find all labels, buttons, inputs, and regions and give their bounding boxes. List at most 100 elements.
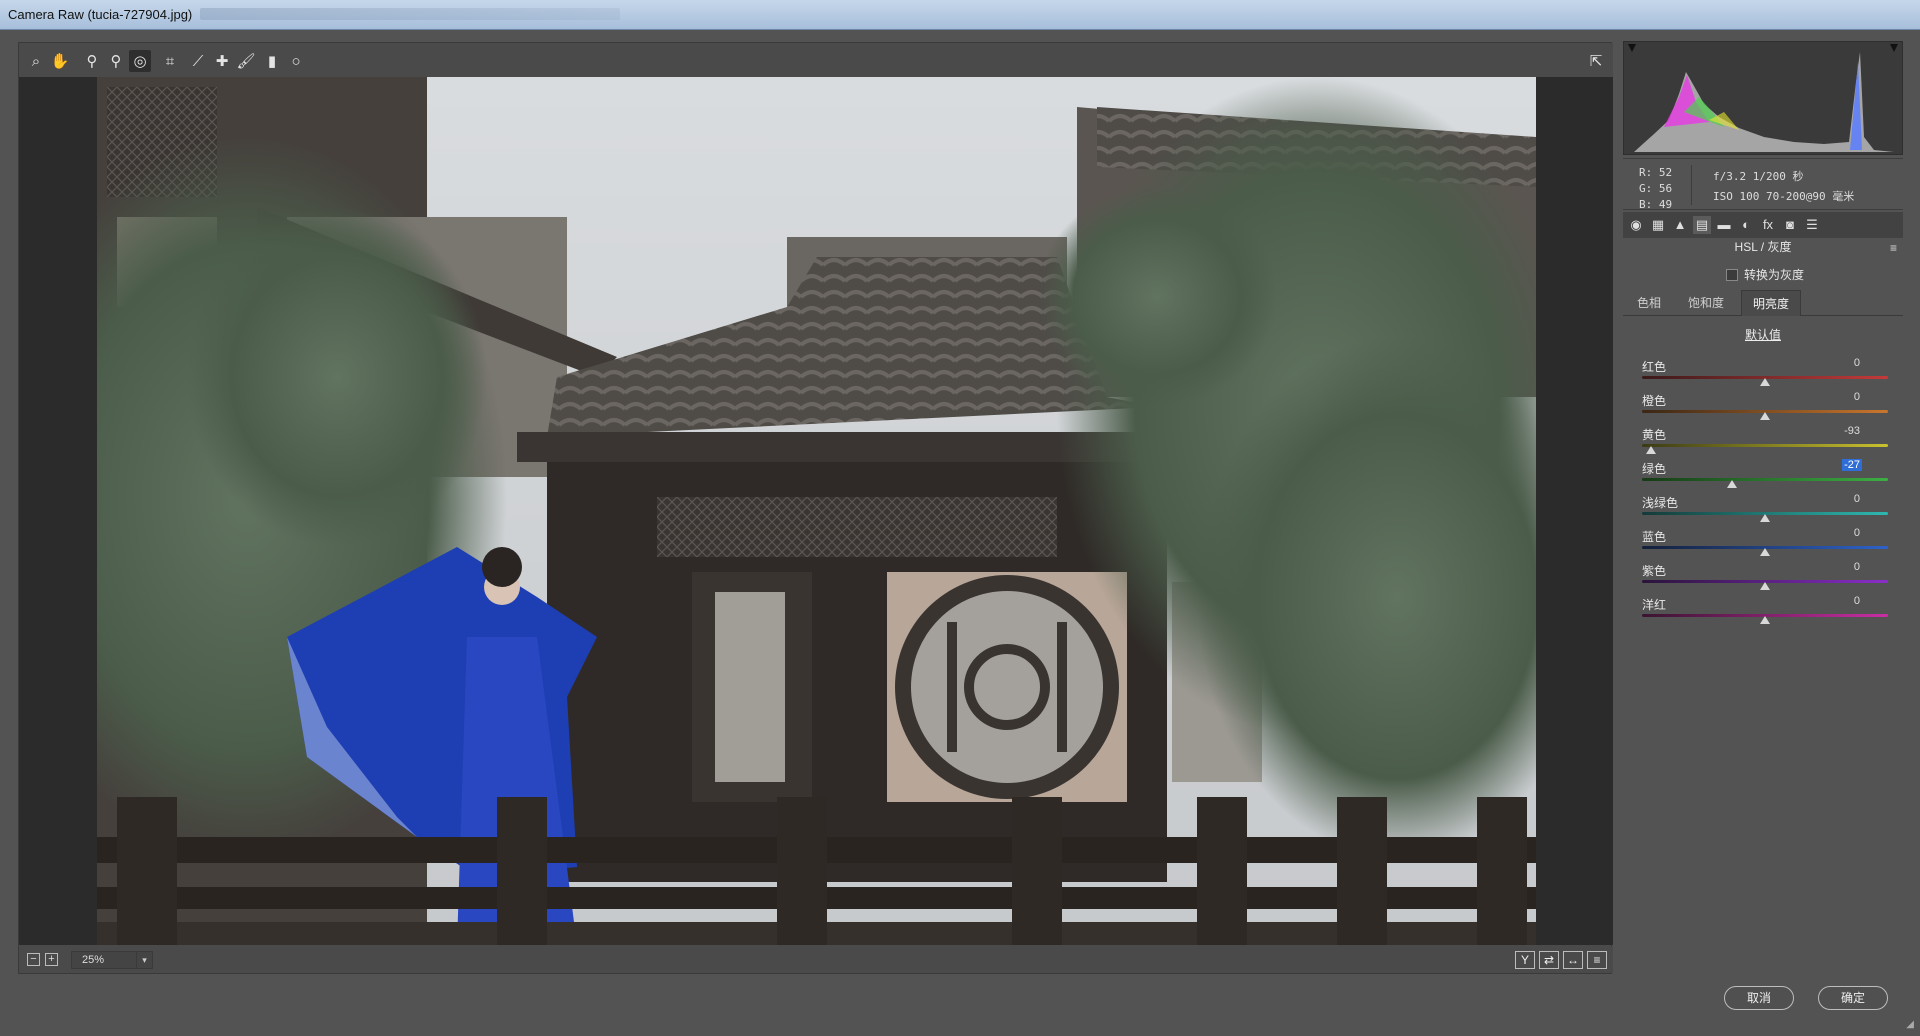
convert-to-grayscale-checkbox[interactable]: 转换为灰度 [1726, 266, 1804, 283]
panel-tab-bar: ◉ ▦ ▲ ▤ ▬ ◐ fx ◙ ☰ [1623, 212, 1903, 238]
targeted-adjustment-tool-icon[interactable]: ◎ [129, 50, 151, 72]
adjustments-panel: R: 52 G: 56 B: 49 f/3.2 1/200 秒 ISO 100 … [1622, 40, 1904, 980]
slider-value-field[interactable]: 0 [1852, 357, 1862, 369]
slider-thumb[interactable] [1760, 616, 1770, 624]
camera-info: f/3.2 1/200 秒 ISO 100 70-200@90 毫米 [1713, 167, 1854, 207]
slider-thumb[interactable] [1760, 412, 1770, 420]
slider-thumb[interactable] [1760, 548, 1770, 556]
before-after-toggle-button[interactable]: Y [1515, 951, 1535, 969]
preview-preferences-button[interactable]: ≡ [1587, 951, 1607, 969]
preview-photo[interactable] [97, 77, 1536, 945]
histogram [1623, 41, 1903, 155]
slider-label: 绿色 [1642, 462, 1667, 476]
slider-thumb[interactable] [1760, 378, 1770, 386]
resize-grip-icon[interactable]: ◢ [1906, 1019, 1914, 1030]
slider-label: 浅绿色 [1642, 496, 1679, 510]
blue-value: B: 49 [1639, 198, 1673, 211]
slider-value-field[interactable]: 0 [1852, 595, 1862, 607]
tab-split-toning-icon[interactable]: ▬ [1715, 216, 1733, 234]
slider-thumb[interactable] [1645, 446, 1656, 454]
slider-row: 蓝色 0 [1642, 527, 1888, 556]
spot-removal-tool-icon[interactable]: ✚ [211, 50, 233, 72]
shadow-clipping-warning-icon[interactable] [1628, 44, 1636, 52]
zoom-level-value: 25% [82, 954, 105, 966]
slider-row: 橙色 0 [1642, 391, 1888, 420]
fullscreen-toggle-icon[interactable]: ⇱ [1585, 50, 1607, 72]
highlight-clipping-warning-icon[interactable] [1890, 44, 1898, 52]
slider-value-field[interactable]: -93 [1842, 425, 1862, 437]
camera-raw-dialog: ⌕ ✋ ⚲ ⚲ ◎ ⌗ ⟋ ✚ 🖌 ▮ ○ ⇱ − + 25% ▾ Y ⇄ ↔ … [0, 30, 1920, 1036]
slider-thumb[interactable] [1760, 582, 1770, 590]
slider-row: 洋红 0 [1642, 595, 1888, 624]
iso-lens-info: ISO 100 70-200@90 毫米 [1713, 190, 1855, 203]
slider-value-field[interactable]: 0 [1852, 493, 1862, 505]
straighten-tool-icon[interactable]: ⟋ [187, 50, 209, 72]
tab-basic-icon[interactable]: ◉ [1627, 216, 1645, 234]
tab-saturation[interactable]: 饱和度 [1675, 290, 1737, 316]
crop-tool-icon[interactable]: ⌗ [159, 50, 181, 72]
copy-settings-button[interactable]: ↔ [1563, 951, 1583, 969]
slider-value-field[interactable]: 0 [1852, 391, 1862, 403]
slider-label: 蓝色 [1642, 530, 1667, 544]
zoom-level-select[interactable]: 25% ▾ [71, 951, 153, 969]
window-title-bar: Camera Raw (tucia-727904.jpg) [0, 0, 1920, 30]
slider-row: 黄色 -93 [1642, 425, 1888, 454]
zoom-out-button[interactable]: − [27, 953, 40, 966]
defaults-link[interactable]: 默认值 [1623, 326, 1903, 343]
toolbar: ⌕ ✋ ⚲ ⚲ ◎ ⌗ ⟋ ✚ 🖌 ▮ ○ ⇱ [19, 43, 1613, 77]
tab-effects-icon[interactable]: fx [1759, 216, 1777, 234]
convert-to-grayscale-label: 转换为灰度 [1744, 268, 1805, 282]
slider-label: 红色 [1642, 360, 1667, 374]
photo-illustration [97, 77, 1536, 945]
exposure-info: f/3.2 1/200 秒 [1713, 170, 1804, 183]
radial-filter-tool-icon[interactable]: ○ [285, 50, 307, 72]
preview-work-area: ⌕ ✋ ⚲ ⚲ ◎ ⌗ ⟋ ✚ 🖌 ▮ ○ ⇱ − + 25% ▾ Y ⇄ ↔ … [18, 42, 1613, 974]
color-sampler-tool-icon[interactable]: ⚲ [105, 50, 127, 72]
tab-lens-corrections-icon[interactable]: ◐ [1737, 216, 1755, 234]
tab-detail-icon[interactable]: ▲ [1671, 216, 1689, 234]
graduated-filter-tool-icon[interactable]: ▮ [261, 50, 283, 72]
tab-hue[interactable]: 色相 [1623, 290, 1675, 316]
tab-presets-icon[interactable]: ☰ [1803, 216, 1821, 234]
chevron-down-icon[interactable]: ▾ [136, 952, 152, 968]
tab-hsl-icon[interactable]: ▤ [1693, 216, 1711, 234]
zoom-in-button[interactable]: + [45, 953, 58, 966]
tab-camera-calibration-icon[interactable]: ◙ [1781, 216, 1799, 234]
slider-label: 橙色 [1642, 394, 1667, 408]
slider-label: 紫色 [1642, 564, 1667, 578]
slider-track[interactable] [1642, 478, 1888, 481]
slider-value-field[interactable]: 0 [1852, 527, 1862, 539]
slider-thumb[interactable] [1726, 480, 1737, 488]
hand-tool-icon[interactable]: ✋ [49, 50, 71, 72]
adjustment-brush-tool-icon[interactable]: 🖌 [235, 50, 257, 72]
white-balance-tool-icon[interactable]: ⚲ [81, 50, 103, 72]
image-info: R: 52 G: 56 B: 49 f/3.2 1/200 秒 ISO 100 … [1623, 158, 1903, 213]
cancel-button[interactable]: 取消 [1724, 986, 1794, 1010]
slider-label: 洋红 [1642, 598, 1667, 612]
slider-value-field[interactable]: -27 [1842, 459, 1862, 471]
hsl-section-header: HSL / 灰度 ≡ [1623, 238, 1903, 258]
preview-status-bar: − + 25% ▾ Y ⇄ ↔ ≡ [19, 947, 1613, 973]
slider-row: 浅绿色 0 [1642, 493, 1888, 522]
swap-settings-button[interactable]: ⇄ [1539, 951, 1559, 969]
slider-value-field[interactable]: 0 [1852, 561, 1862, 573]
divider [1691, 165, 1692, 205]
slider-row: 紫色 0 [1642, 561, 1888, 590]
panel-menu-icon[interactable]: ≡ [1890, 241, 1897, 255]
red-value: R: 52 [1639, 166, 1673, 179]
zoom-tool-icon[interactable]: ⌕ [25, 50, 47, 72]
slider-row: 绿色 -27 [1642, 459, 1888, 488]
slider-row: 红色 0 [1642, 357, 1888, 386]
green-value: G: 56 [1639, 182, 1673, 195]
rgb-readout: R: 52 G: 56 B: 49 [1639, 165, 1672, 213]
tab-tone-curve-icon[interactable]: ▦ [1649, 216, 1667, 234]
tab-luminance[interactable]: 明亮度 [1741, 290, 1801, 316]
slider-thumb[interactable] [1760, 514, 1770, 522]
slider-track[interactable] [1642, 444, 1888, 447]
checkbox-box[interactable] [1726, 268, 1738, 281]
ok-button[interactable]: 确定 [1818, 986, 1888, 1010]
dialog-buttons: 取消 确定 [0, 986, 1920, 1036]
preview-canvas[interactable] [19, 77, 1613, 945]
slider-label: 黄色 [1642, 428, 1667, 442]
title-bar-background-blur [200, 8, 620, 20]
